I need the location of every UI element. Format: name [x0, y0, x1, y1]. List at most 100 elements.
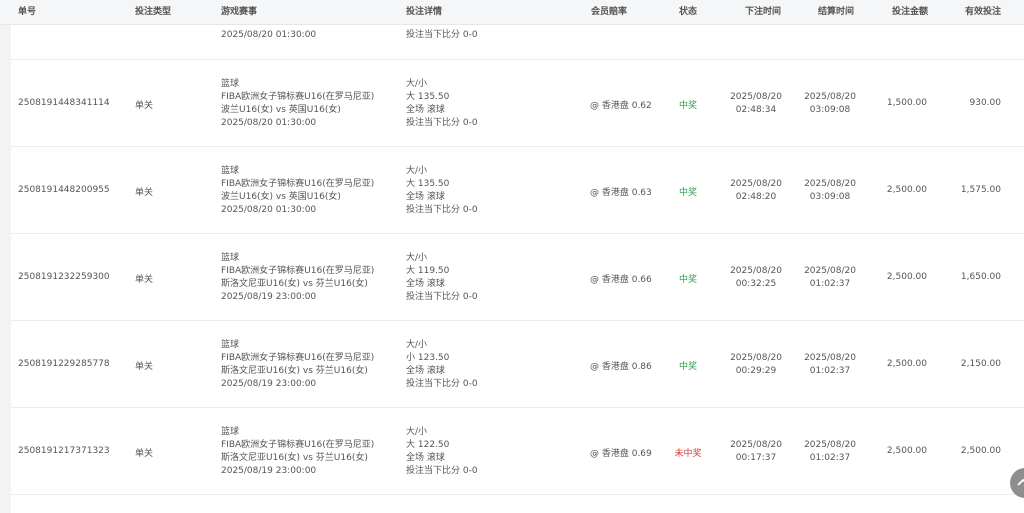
game-league: FIBA欧洲女子锦标赛U16(在罗马尼亚) [221, 439, 375, 450]
valid-amount: 1,650.00 [960, 271, 1001, 282]
game-teams: 波兰U16(女) vs 英国U16(女) [221, 104, 341, 115]
detail-period: 全场 滚球 [406, 191, 445, 202]
game-teams: 波兰U16(女) vs 英国U16(女) [221, 191, 341, 202]
bet-clock: 02:48:34 [735, 104, 777, 115]
detail-selection: 大 135.50 [406, 91, 450, 102]
col-valid-amount: 有效投注 [965, 7, 1002, 17]
odds: @ 香港盘 0.86 [590, 361, 652, 372]
bet-amount: 2,500.00 [886, 358, 927, 369]
game-teams: 斯洛文尼亚U16(女) vs 芬兰U16(女) [221, 365, 368, 376]
detail-period: 全场 滚球 [406, 452, 445, 463]
col-bet-detail: 投注详情 [406, 7, 443, 17]
col-bet-time: 下注时间 [745, 7, 782, 17]
settle-clock: 01:02:37 [809, 278, 851, 289]
chevron-up-icon [1017, 478, 1024, 486]
detail-period: 全场 滚球 [406, 278, 445, 289]
col-status: 状态 [679, 7, 698, 17]
detail-selection: 大 135.50 [406, 178, 450, 189]
col-order-no: 单号 [18, 7, 37, 17]
order-no: 2508191448200955 [18, 184, 110, 195]
settle-time-cell: 2025/08/20 01:02:37 [796, 352, 864, 378]
valid-amount: 930.00 [969, 97, 1002, 108]
bet-type: 单关 [135, 274, 154, 285]
valid-amount: 1,575.00 [960, 184, 1001, 195]
bet-time-cell: 2025/08/20 00:32:25 [722, 265, 790, 291]
detail-score: 投注当下比分 0-0 [406, 291, 478, 302]
table-header: 单号 投注类型 游戏赛事 投注详情 会员赔率 状态 下注时间 结算时间 投注金额… [0, 0, 1024, 25]
settle-clock: 01:02:37 [809, 365, 851, 376]
bet-amount: 2,500.00 [886, 184, 927, 195]
detail-market: 大/小 [406, 78, 428, 89]
detail-score: 投注当下比分 0-0 [406, 30, 478, 40]
odds: @ 香港盘 0.63 [590, 187, 652, 198]
detail-score: 投注当下比分 0-0 [406, 204, 478, 215]
detail-cell: 大/小大 119.50 全场 滚球 投注当下比分 0-0 [406, 252, 478, 304]
left-gutter [0, 0, 11, 513]
game-cell: 篮球 FIBA欧洲女子锦标赛U16(在罗马尼亚) 斯洛文尼亚U16(女) vs 芬兰… [221, 339, 374, 391]
detail-period: 全场 滚球 [406, 104, 445, 115]
game-start-time: 2025/08/20 01:30:00 [221, 117, 317, 128]
col-game: 游戏赛事 [221, 7, 258, 17]
detail-score: 投注当下比分 0-0 [406, 465, 478, 476]
game-start-time: 2025/08/20 01:30:00 [221, 204, 317, 215]
game-cell: 篮球 FIBA欧洲女子锦标赛U16(在罗马尼亚) 波兰U16(女) vs 英国U16… [221, 78, 374, 130]
game-league: FIBA欧洲女子锦标赛U16(在罗马尼亚) [221, 352, 375, 363]
game-sport: 篮球 [221, 339, 240, 350]
game-start-time: 2025/08/19 23:00:00 [221, 465, 317, 476]
detail-cell: 大/小大 122.50 全场 滚球投注当下比分 0-0 [406, 426, 478, 478]
settle-date: 2025/08/20 [804, 265, 856, 276]
bet-time-cell: 2025/08/20 00:29:29 [722, 352, 790, 378]
detail-cell: 大/小大 135.50 全场 滚球 投注当下比分 0-0 [406, 165, 478, 217]
game-league: FIBA欧洲女子锦标赛U16(在罗马尼亚) [221, 178, 375, 189]
settle-date: 2025/08/20 [804, 91, 856, 102]
settle-time-cell: 2025/08/20 01:02:37 [796, 439, 864, 465]
order-no: 2508191229285778 [18, 358, 110, 369]
order-no: 2508191448341114 [18, 97, 110, 108]
col-odds: 会员赔率 [591, 7, 628, 17]
detail-period: 全场 滚球 [406, 365, 445, 376]
bet-type: 单关 [135, 361, 154, 372]
game-sport: 篮球 [221, 252, 240, 263]
odds: @ 香港盘 0.69 [590, 448, 652, 459]
settle-clock: 03:09:08 [809, 191, 851, 202]
bet-time-cell: 2025/08/20 00:17:37 [722, 439, 790, 465]
settle-time-cell: 2025/08/20 03:09:08 [796, 178, 864, 204]
detail-cell: 大/小小 123.50 全场 滚球投注当下比分 0-0 [406, 339, 478, 391]
status-badge: 中奖 [678, 274, 697, 285]
detail-selection: 小 123.50 [406, 352, 450, 363]
bet-clock: 02:48:20 [735, 191, 777, 202]
settle-time-cell: 2025/08/20 01:02:37 [796, 265, 864, 291]
settle-time-cell: 2025/08/20 03:09:08 [796, 91, 864, 117]
game-sport: 篮球 [221, 78, 240, 89]
bet-date: 2025/08/20 [730, 352, 782, 363]
order-no: 2508191217371323 [18, 445, 110, 456]
col-settle-time: 结算时间 [818, 7, 855, 17]
order-no: 2508191232259300 [18, 271, 110, 282]
detail-market: 大/小 [406, 252, 428, 263]
col-bet-type: 投注类型 [135, 7, 172, 17]
game-start-time: 2025/08/19 23:00:00 [221, 291, 317, 302]
bet-time-cell: 2025/08/20 02:48:34 [722, 91, 790, 117]
bet-clock: 00:32:25 [735, 278, 777, 289]
bet-date: 2025/08/20 [730, 439, 782, 450]
col-amount: 投注金额 [892, 7, 929, 17]
settle-clock: 01:02:37 [809, 452, 851, 463]
game-league: FIBA欧洲女子锦标赛U16(在罗马尼亚) [221, 91, 375, 102]
status-badge: 中奖 [678, 100, 697, 111]
settle-date: 2025/08/20 [804, 352, 856, 363]
bet-amount: 2,500.00 [886, 271, 927, 282]
game-sport: 篮球 [221, 165, 240, 176]
detail-market: 大/小 [406, 426, 428, 437]
valid-amount: 2,500.00 [960, 445, 1001, 456]
bet-clock: 00:29:29 [735, 365, 777, 376]
detail-score: 投注当下比分 0-0 [406, 117, 478, 128]
settle-clock: 03:09:08 [809, 104, 851, 115]
game-cell: 篮球 FIBA欧洲女子锦标赛U16(在罗马尼亚) 斯洛文尼亚U16(女) vs 芬兰… [221, 252, 374, 304]
detail-score: 投注当下比分 0-0 [406, 378, 478, 389]
odds: @ 香港盘 0.66 [590, 274, 652, 285]
detail-market: 大/小 [406, 339, 428, 350]
bet-amount: 2,500.00 [886, 445, 927, 456]
bet-date: 2025/08/20 [730, 178, 782, 189]
detail-selection: 大 122.50 [406, 439, 450, 450]
bet-records-table[interactable]: 波兰U16(女) vs 英国U16(女) 2025/08/20 01:30:00… [0, 0, 1024, 513]
